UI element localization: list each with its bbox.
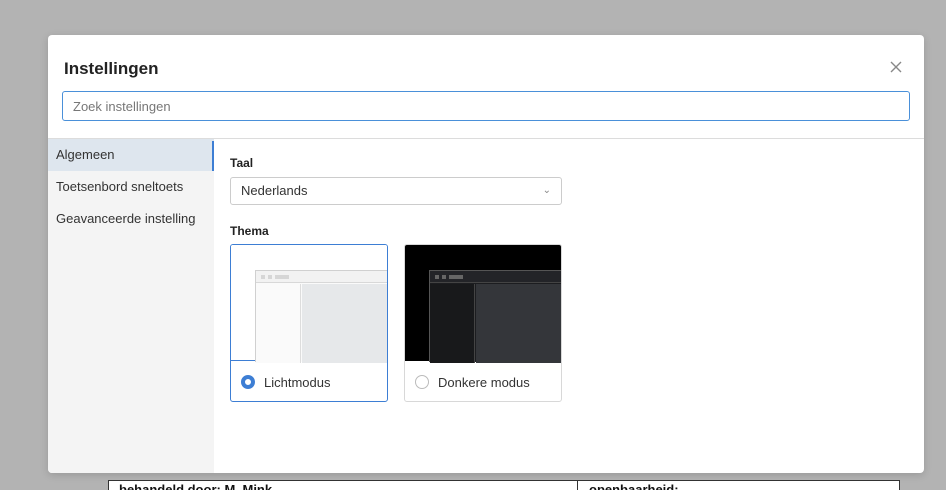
background-cell-publicity: openbaarheid:	[589, 482, 679, 490]
preview-dot	[449, 275, 463, 279]
language-label: Taal	[230, 156, 254, 170]
close-button[interactable]	[884, 55, 908, 79]
close-icon	[890, 61, 902, 73]
preview-dot	[268, 275, 272, 279]
preview-dot	[275, 275, 289, 279]
radio-selected-icon[interactable]	[241, 375, 255, 389]
light-preview-window	[255, 270, 387, 363]
preview-sidebar	[256, 284, 301, 363]
language-select-value: Nederlands	[241, 183, 308, 198]
table-divider	[577, 481, 578, 490]
settings-dialog: Instellingen Algemeen Toetsenbord snelto…	[48, 35, 924, 473]
preview-titlebar	[256, 271, 387, 283]
light-theme-preview	[231, 245, 387, 363]
sidebar-item-advanced[interactable]: Geavanceerde instelling	[48, 203, 214, 235]
preview-titlebar	[430, 271, 561, 283]
preview-dot	[442, 275, 446, 279]
light-theme-footer: Lichtmodus	[231, 362, 387, 401]
preview-dot	[435, 275, 439, 279]
preview-content	[476, 284, 561, 363]
dark-theme-label: Donkere modus	[438, 374, 530, 390]
background-cell-handled-by: behandeld door: M. Mink	[119, 482, 273, 490]
theme-option-light[interactable]: Lichtmodus	[230, 244, 388, 402]
active-indicator	[212, 141, 214, 171]
dark-theme-footer: Donkere modus	[405, 362, 561, 401]
preview-sidebar	[430, 284, 475, 363]
radio-unselected-icon[interactable]	[415, 375, 429, 389]
preview-dot	[261, 275, 265, 279]
dialog-title: Instellingen	[64, 59, 159, 78]
settings-sidebar: Algemeen Toetsenbord sneltoets Geavancee…	[48, 139, 214, 473]
sidebar-item-keyboard-shortcuts[interactable]: Toetsenbord sneltoets	[48, 171, 214, 203]
sidebar-item-general[interactable]: Algemeen	[48, 139, 214, 171]
background-table: behandeld door: M. Mink openbaarheid:	[108, 480, 900, 490]
dark-preview-window	[429, 270, 561, 363]
theme-option-dark[interactable]: Donkere modus	[404, 244, 562, 402]
preview-content	[302, 284, 387, 363]
dark-theme-preview	[405, 245, 561, 363]
search-input[interactable]	[62, 91, 910, 121]
theme-label: Thema	[230, 224, 269, 238]
light-theme-label: Lichtmodus	[264, 374, 331, 390]
language-select[interactable]: Nederlands ⌄	[230, 177, 562, 205]
chevron-down-icon: ⌄	[542, 185, 551, 196]
